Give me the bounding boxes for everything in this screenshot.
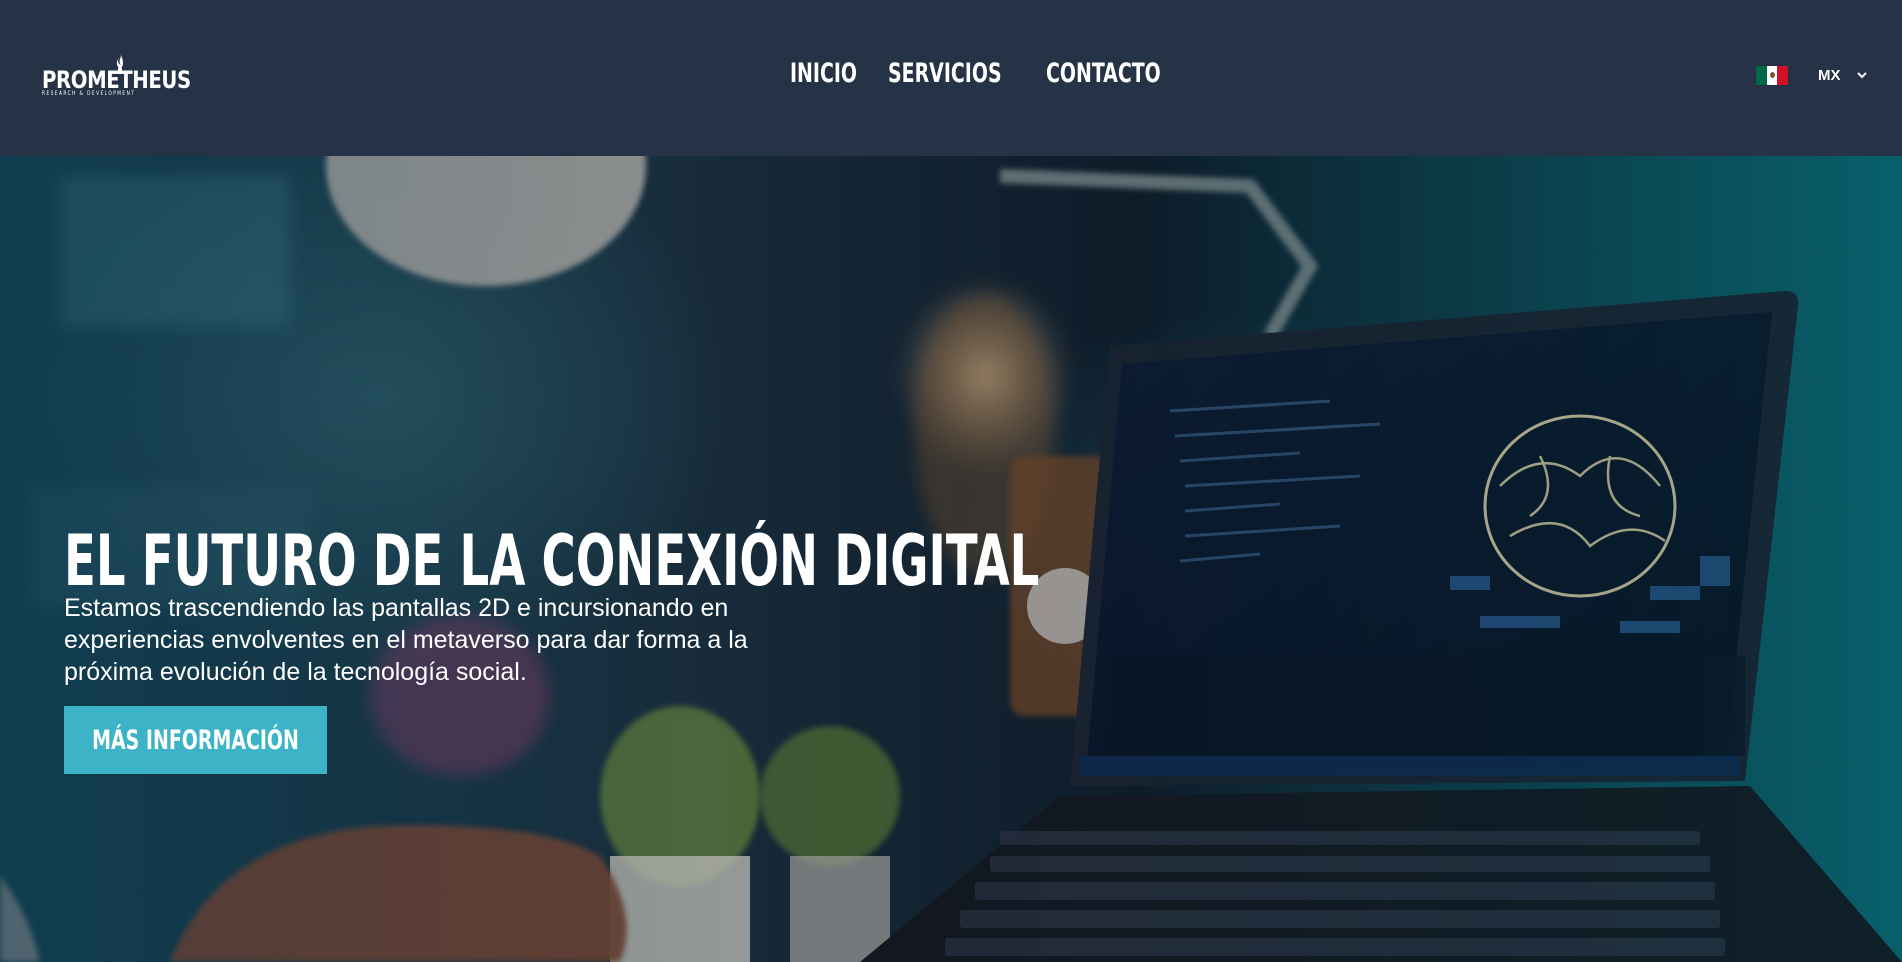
logo-tagline: RESEARCH & DEVELOPMENT — [42, 90, 136, 97]
hero-title: EL FUTURO DE LA CONEXIÓN DIGITAL — [64, 520, 1040, 602]
hero-section: EL FUTURO DE LA CONEXIÓN DIGITAL Estamos… — [0, 156, 1902, 962]
main-nav: INICIO SERVICIOS CONTACTO — [790, 58, 1173, 89]
language-selector[interactable]: MX — [1756, 66, 1867, 85]
chevron-down-icon — [1856, 72, 1867, 79]
mas-informacion-button[interactable]: MÁS INFORMACIÓN — [64, 706, 327, 774]
language-code: MX — [1818, 67, 1841, 84]
mexico-flag-icon — [1756, 66, 1789, 85]
hero-subtitle: Estamos trascendiendo las pantallas 2D e… — [64, 594, 748, 686]
mas-informacion-label: MÁS INFORMACIÓN — [92, 724, 299, 756]
nav-item-contacto[interactable]: CONTACTO — [1046, 58, 1161, 89]
nav-item-inicio[interactable]: INICIO — [790, 58, 857, 89]
nav-item-servicios[interactable]: SERVICIOS — [888, 58, 1002, 89]
site-header: PROMETHEUS RESEARCH & DEVELOPMENT INICIO… — [0, 0, 1902, 156]
prometheus-logo[interactable]: PROMETHEUS RESEARCH & DEVELOPMENT — [40, 52, 191, 98]
